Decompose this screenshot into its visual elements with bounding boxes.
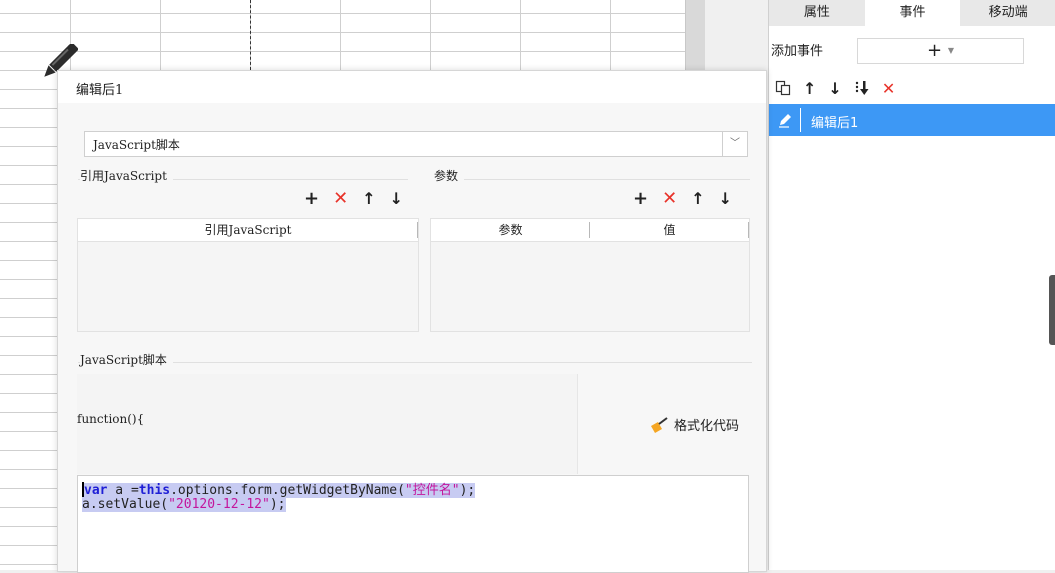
code-string: "20120-12-12" (168, 497, 270, 512)
script-type-select[interactable]: JavaScript脚本 ﹀ (84, 131, 748, 157)
plus-icon[interactable]: + (633, 188, 648, 209)
params-table-header: 参数 值 (431, 219, 749, 242)
delete-icon[interactable]: ✕ (333, 188, 348, 209)
section-divider (78, 362, 752, 363)
column-header-label: 参数 (498, 223, 523, 237)
tab-properties[interactable]: 属性 (769, 0, 865, 26)
chevron-down-icon[interactable]: ﹀ (722, 132, 747, 156)
panel-resize-handle[interactable] (1049, 275, 1055, 345)
add-event-label: 添加事件 (771, 44, 824, 59)
ref-js-table[interactable]: 引用JavaScript (77, 218, 419, 332)
select-value: JavaScript脚本 (93, 138, 180, 152)
panel-tabs: 属性 事件 移动端 (769, 0, 1055, 26)
column-header-value[interactable]: 值 (590, 219, 749, 241)
ref-js-table-header: 引用JavaScript (78, 219, 418, 242)
arrow-up-icon[interactable]: ↑ (691, 189, 704, 208)
edit-icon (779, 114, 791, 128)
column-divider (748, 222, 749, 238)
params-table[interactable]: 参数 值 (430, 218, 750, 332)
code-text: a.setValue( (82, 497, 169, 512)
move-bottom-icon[interactable] (854, 80, 870, 96)
code-editor[interactable]: var a =this.options.form.getWidgetByName… (77, 475, 749, 573)
delete-icon[interactable]: ✕ (662, 188, 677, 209)
arrow-up-icon[interactable]: ↑ (362, 189, 375, 208)
params-section-label: 参数 (434, 167, 465, 184)
column-divider (417, 222, 418, 238)
section-divider (434, 179, 750, 180)
params-toolbar: + ✕ ↑ ↓ (633, 188, 732, 209)
event-list-item[interactable]: 编辑后1 (769, 104, 1055, 136)
arrow-up-icon[interactable]: ↑ (803, 79, 816, 98)
ref-js-section-label: 引用JavaScript (80, 167, 173, 184)
tab-mobile[interactable]: 移动端 (960, 0, 1055, 26)
code-text: ); (459, 483, 476, 498)
event-toolbar: ↑ ↓ ✕ (775, 76, 895, 100)
function-header-box: function(){ (77, 374, 578, 474)
format-code-button[interactable]: 格式化代码 (650, 415, 739, 434)
arrow-down-icon[interactable]: ↓ (828, 79, 841, 98)
dialog-body: JavaScript脚本 ﹀ 引用JavaScript + ✕ ↑ ↓ 引用Ja… (58, 103, 766, 573)
code-line: a.setValue("20120-12-12"); (82, 497, 286, 512)
item-separator (800, 108, 801, 132)
event-panel: 属性 事件 移动端 添加事件 + ▼ ↑ ↓ ✕ 编辑后1 (768, 0, 1055, 570)
chevron-down-icon: ▼ (947, 46, 954, 55)
column-header-param[interactable]: 参数 (431, 219, 590, 241)
code-keyword: var (84, 483, 108, 498)
add-event-row: 添加事件 + ▼ (769, 38, 1055, 66)
code-string: "控件名" (404, 483, 460, 498)
format-code-label: 格式化代码 (674, 419, 740, 434)
code-text: ); (269, 497, 286, 512)
delete-icon[interactable]: ✕ (882, 79, 895, 98)
arrow-down-icon[interactable]: ↓ (719, 189, 732, 208)
code-keyword: this (138, 483, 171, 498)
add-event-button[interactable]: + ▼ (857, 38, 1024, 64)
broom-icon (651, 416, 668, 433)
script-section-label: JavaScript脚本 (80, 351, 173, 368)
arrow-down-icon[interactable]: ↓ (390, 189, 403, 208)
page-break-line (250, 0, 251, 70)
code-line: var a =this.options.form.getWidgetByName… (82, 479, 476, 498)
function-header: function(){ (77, 412, 145, 426)
code-text: .options.form.getWidgetByName( (170, 483, 405, 498)
edit-event-dialog: 编辑后1 JavaScript脚本 ﹀ 引用JavaScript + ✕ ↑ ↓… (57, 70, 767, 573)
code-text: a = (107, 483, 139, 498)
column-header-label: 值 (663, 223, 676, 237)
ref-js-toolbar: + ✕ ↑ ↓ (304, 188, 403, 209)
plus-icon[interactable]: + (304, 188, 319, 209)
dialog-titlebar: 编辑后1 (58, 71, 766, 104)
copy-icon[interactable] (775, 80, 791, 96)
dialog-title: 编辑后1 (76, 83, 124, 98)
plus-icon: + (927, 40, 943, 61)
column-header-label: 引用JavaScript (204, 223, 292, 237)
column-header[interactable]: 引用JavaScript (78, 219, 418, 241)
tab-events[interactable]: 事件 (864, 0, 961, 26)
event-item-label: 编辑后1 (811, 116, 859, 131)
